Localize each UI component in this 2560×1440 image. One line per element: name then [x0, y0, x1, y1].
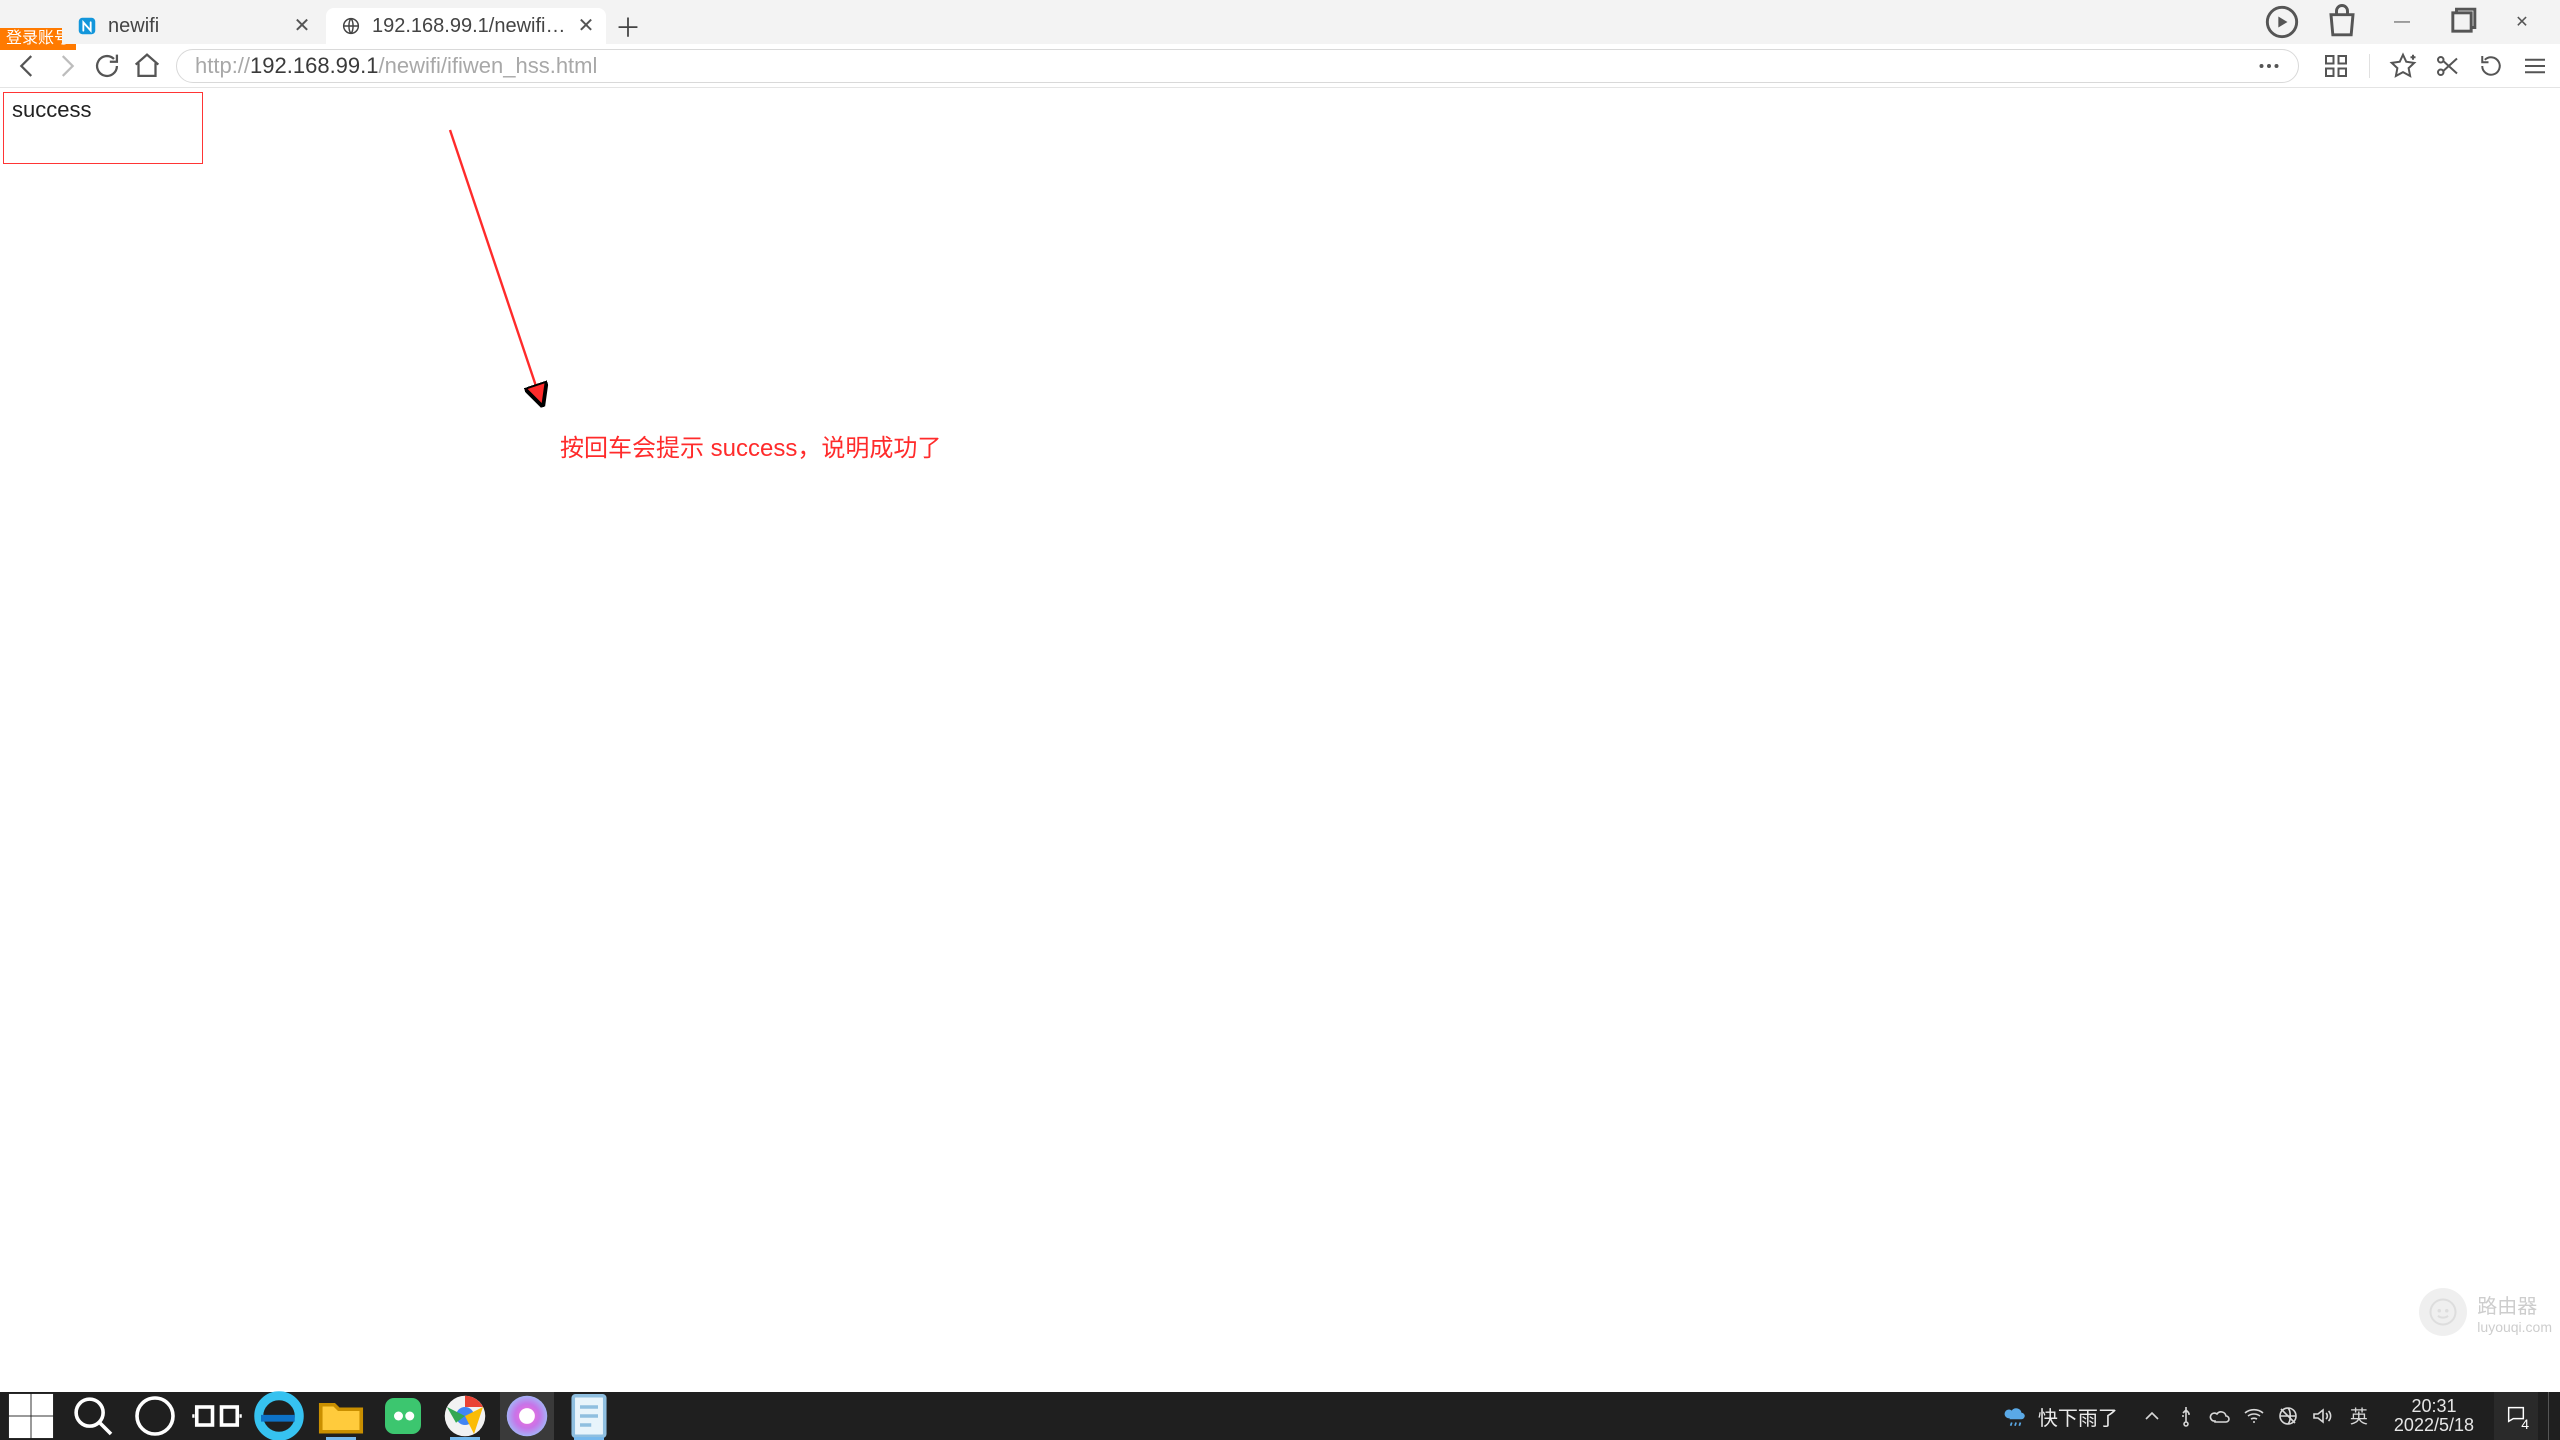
- shopping-icon[interactable]: [2320, 5, 2364, 39]
- window-maximize-button[interactable]: [2440, 5, 2484, 39]
- tray-wifi-icon[interactable]: [2242, 1404, 2266, 1428]
- tray-chevron-up-icon[interactable]: [2140, 1404, 2164, 1428]
- watermark-subtitle: luyouqi.com: [2477, 1319, 2552, 1335]
- more-icon[interactable]: [2254, 51, 2284, 81]
- tab-router-page[interactable]: 192.168.99.1/newifi/ifiwen_h ✕: [326, 8, 606, 44]
- search-button[interactable]: [66, 1392, 120, 1440]
- rain-icon: [2002, 1403, 2028, 1429]
- annotation-text: 按回车会提示 success，说明成功了: [560, 428, 941, 463]
- clock-time: 20:31: [2394, 1397, 2474, 1416]
- window-close-button[interactable]: ✕: [2500, 5, 2544, 39]
- favorites-plus-icon[interactable]: [2388, 51, 2418, 81]
- task-view-button[interactable]: [190, 1392, 244, 1440]
- ime-indicator[interactable]: 英: [2344, 1403, 2374, 1429]
- toolbar-extensions: [2311, 51, 2550, 81]
- tab-title: newifi: [108, 15, 282, 38]
- page-content: success 按回车会提示 success，说明成功了 路由器 luyouqi…: [0, 88, 2560, 1392]
- taskbar-app-chrome[interactable]: [438, 1392, 492, 1440]
- tray-volume-icon[interactable]: [2310, 1404, 2334, 1428]
- favicon-n-icon: [76, 15, 98, 37]
- nav-home-button[interactable]: [130, 49, 164, 83]
- cortana-button[interactable]: [128, 1392, 182, 1440]
- new-tab-button[interactable]: ＋: [610, 8, 646, 44]
- annotation-arrow-icon: [440, 126, 600, 426]
- tab-close-icon[interactable]: ✕: [576, 16, 596, 36]
- nav-reload-button[interactable]: [90, 49, 124, 83]
- taskbar-apps: [0, 1392, 616, 1440]
- tray-cloud-icon[interactable]: [2208, 1404, 2232, 1428]
- watermark: 路由器 luyouqi.com: [2419, 1288, 2552, 1336]
- taskbar-app-chrome-alt[interactable]: [500, 1392, 554, 1440]
- taskbar-app-edge[interactable]: [252, 1392, 306, 1440]
- taskbar-clock[interactable]: 20:31 2022/5/18: [2384, 1397, 2484, 1435]
- taskbar: 快下雨了 英 20:31 2022/5/18 4: [0, 1392, 2560, 1440]
- tray-network-off-icon[interactable]: [2276, 1404, 2300, 1428]
- notif-count: 4: [2521, 1416, 2529, 1432]
- browser-toolbar: http://192.168.99.1/newifi/ifiwen_hss.ht…: [0, 44, 2560, 88]
- hamburger-menu-icon[interactable]: [2520, 51, 2550, 81]
- success-box: success: [3, 92, 203, 164]
- shield-icon[interactable]: [2260, 5, 2304, 39]
- nav-forward-button[interactable]: [50, 49, 84, 83]
- tab-close-icon[interactable]: ✕: [292, 16, 312, 36]
- taskbar-right: 快下雨了 英 20:31 2022/5/18 4: [1990, 1392, 2560, 1440]
- clock-date: 2022/5/18: [2394, 1416, 2474, 1435]
- start-button[interactable]: [4, 1392, 58, 1440]
- tab-newifi[interactable]: newifi ✕: [62, 8, 322, 44]
- taskbar-app-explorer[interactable]: [314, 1392, 368, 1440]
- watermark-icon: [2419, 1288, 2467, 1336]
- notifications-button[interactable]: 4: [2494, 1392, 2538, 1440]
- tray-usb-icon[interactable]: [2174, 1404, 2198, 1428]
- system-tray: [2140, 1404, 2334, 1428]
- weather-widget[interactable]: 快下雨了: [1990, 1402, 2130, 1431]
- tab-strip: 登录账号 newifi ✕ 192.168.99.1/newifi/ifiwen…: [0, 0, 2560, 44]
- window-minimize-button[interactable]: —: [2380, 5, 2424, 39]
- apps-grid-icon[interactable]: [2321, 51, 2351, 81]
- scissors-icon[interactable]: [2432, 51, 2462, 81]
- weather-text: 快下雨了: [2038, 1402, 2118, 1431]
- nav-back-button[interactable]: [10, 49, 44, 83]
- show-desktop-button[interactable]: [2548, 1392, 2554, 1440]
- undo-icon[interactable]: [2476, 51, 2506, 81]
- favicon-globe-icon: [340, 15, 362, 37]
- watermark-brand: 路由器: [2477, 1290, 2552, 1319]
- url-text: http://192.168.99.1/newifi/ifiwen_hss.ht…: [195, 53, 2238, 79]
- window-controls: — ✕: [2244, 0, 2560, 44]
- taskbar-app-wechat[interactable]: [376, 1392, 430, 1440]
- taskbar-app-notepad[interactable]: [562, 1392, 616, 1440]
- tab-title: 192.168.99.1/newifi/ifiwen_h: [372, 15, 566, 38]
- browser-window: 登录账号 newifi ✕ 192.168.99.1/newifi/ifiwen…: [0, 0, 2560, 1440]
- separator: [2369, 54, 2370, 78]
- address-bar[interactable]: http://192.168.99.1/newifi/ifiwen_hss.ht…: [176, 49, 2299, 83]
